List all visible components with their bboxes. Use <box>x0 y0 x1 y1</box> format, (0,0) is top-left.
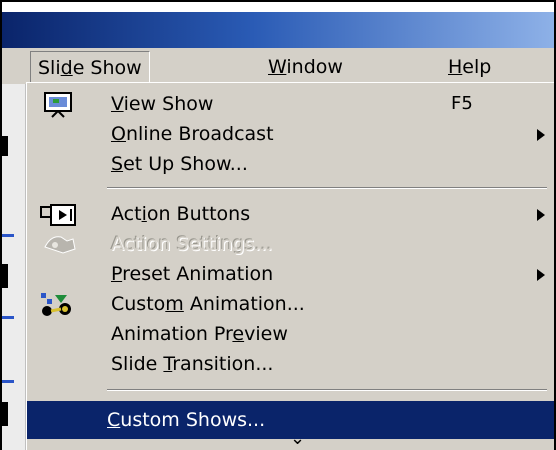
menu-label-pre: Sli <box>38 57 61 79</box>
app-window: Slide Show Window Help View Show F5 Onli… <box>0 0 556 450</box>
menu-item-action-settings: Action Settings... <box>31 229 554 259</box>
menu-item-custom-animation[interactable]: Custom Animation... <box>31 289 554 319</box>
submenu-arrow-icon <box>537 209 545 221</box>
custom-animation-icon <box>37 289 81 319</box>
strip-mark <box>2 316 14 319</box>
menu-item-preset-animation[interactable]: Preset Animation <box>31 259 554 289</box>
menu-item-view-show[interactable]: View Show F5 <box>31 89 554 119</box>
background-window-strip <box>2 84 26 450</box>
menu-item-label: View Show <box>111 93 214 115</box>
menu-bar: Slide Show Window Help <box>2 48 554 84</box>
action-settings-icon <box>37 229 81 259</box>
menu-item-animation-preview[interactable]: Animation Preview <box>31 319 554 349</box>
expand-menu-chevron-icon[interactable]: ⌄ <box>290 428 305 449</box>
menu-window[interactable]: Window <box>268 51 343 83</box>
menu-label-post: e Show <box>72 57 142 79</box>
menu-item-label: Action Settings... <box>111 233 273 255</box>
menu-item-label: Custom Shows... <box>107 409 266 431</box>
strip-mark <box>2 380 14 383</box>
action-buttons-icon <box>37 199 81 229</box>
strip-mark <box>2 234 14 237</box>
menu-item-label: Set Up Show... <box>111 153 248 175</box>
menu-help[interactable]: Help <box>448 51 491 83</box>
view-show-icon <box>37 89 81 119</box>
menu-slide-show[interactable]: Slide Show <box>30 51 150 83</box>
menu-item-online-broadcast[interactable]: Online Broadcast <box>31 119 554 149</box>
menu-label-key: H <box>448 56 463 78</box>
menu-label-post: elp <box>462 56 492 78</box>
menu-item-label: Preset Animation <box>111 263 274 285</box>
strip-mark <box>2 402 8 426</box>
menu-separator <box>107 389 547 391</box>
menu-item-set-up-show[interactable]: Set Up Show... <box>31 149 554 179</box>
menu-item-label: Custom Animation... <box>111 293 305 315</box>
menu-label-post: indow <box>286 56 343 78</box>
slide-show-dropdown: View Show F5 Online Broadcast Set Up Sho… <box>26 82 554 450</box>
submenu-arrow-icon <box>537 269 545 281</box>
menu-item-slide-transition[interactable]: Slide Transition... <box>31 349 554 379</box>
menu-separator <box>107 187 547 189</box>
title-bar <box>2 12 554 48</box>
menu-item-label: Action Buttons <box>111 203 251 225</box>
menu-label-key: W <box>268 56 287 78</box>
menu-item-action-buttons[interactable]: Action Buttons <box>31 199 554 229</box>
menu-item-label: Online Broadcast <box>111 123 274 145</box>
menu-item-label: Animation Preview <box>111 323 288 345</box>
strip-mark <box>2 264 8 288</box>
submenu-arrow-icon <box>537 129 545 141</box>
menu-item-label: Slide Transition... <box>111 353 274 375</box>
menu-label-key: d <box>60 57 73 79</box>
strip-mark <box>2 136 8 156</box>
shortcut-label: F5 <box>451 93 473 114</box>
